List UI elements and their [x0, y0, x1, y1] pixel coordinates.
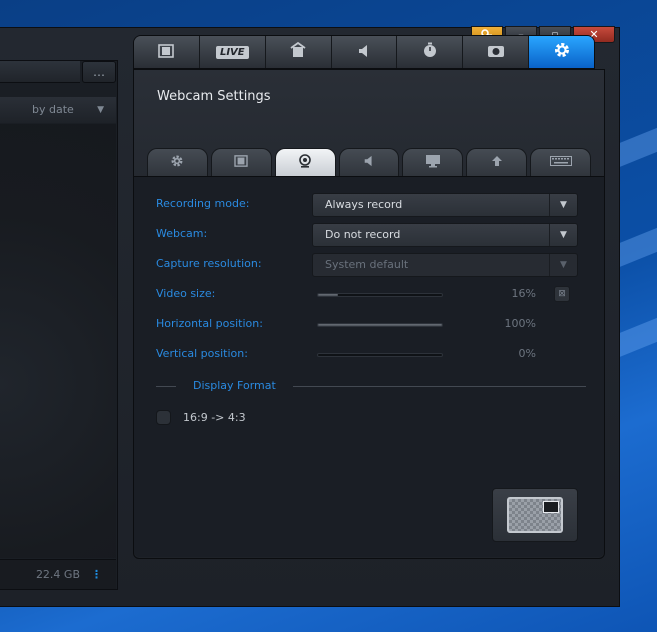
footer-menu-icon[interactable]: ⋮	[91, 560, 102, 590]
subtab-webcam[interactable]	[274, 148, 336, 176]
gear-icon	[170, 154, 184, 172]
horizontal-position-slider[interactable]	[317, 323, 443, 327]
left-panel-search[interactable]	[0, 61, 80, 83]
storage-size: 22.4 GB	[35, 568, 80, 581]
display-format-checkbox[interactable]	[156, 410, 171, 425]
vertical-position-slider[interactable]	[317, 353, 443, 357]
video-size-label: Video size:	[156, 287, 216, 300]
capture-resolution-value: System default	[325, 258, 409, 271]
tab-screenshot[interactable]	[463, 36, 530, 68]
capture-resolution-label: Capture resolution:	[156, 257, 262, 270]
camera-icon	[487, 43, 505, 62]
recordings-list-panel: … by date ▼ 22.4 GB ⋮	[0, 60, 118, 590]
chevron-down-icon: ▼	[549, 254, 577, 276]
divider-line	[156, 386, 176, 387]
sort-label: by date	[32, 103, 74, 116]
tab-settings[interactable]	[529, 36, 594, 68]
video-size-slider[interactable]	[317, 293, 443, 297]
subtab-audio[interactable]	[338, 148, 400, 176]
keyboard-icon	[549, 155, 572, 170]
live-label: LIVE	[215, 45, 249, 59]
recording-mode-row: Recording mode: Always record ▼	[156, 193, 586, 217]
stopwatch-icon	[422, 42, 438, 62]
video-size-row: Video size: 16% ⊠	[156, 283, 586, 307]
recording-mode-value: Always record	[325, 198, 403, 211]
display-format-heading: Display Format	[193, 379, 276, 392]
webcam-row: Webcam: Do not record ▼	[156, 223, 586, 247]
pip-overlay	[543, 501, 559, 513]
sort-dropdown[interactable]: by date ▼	[0, 97, 116, 123]
tab-recordings[interactable]	[134, 36, 200, 68]
tab-live[interactable]: LIVE	[199, 36, 266, 68]
page-title: Webcam Settings	[157, 89, 271, 104]
subtab-video[interactable]	[210, 148, 272, 176]
webcam-settings-content: Recording mode: Always record ▼ Webcam: …	[134, 176, 604, 557]
gear-icon	[553, 41, 571, 63]
speaker-icon	[357, 43, 371, 62]
webcam-label: Webcam:	[156, 227, 208, 240]
storage-footer: 22.4 GB ⋮	[0, 559, 116, 589]
display-format-divider: Display Format	[156, 379, 586, 395]
webcam-select[interactable]: Do not record ▼	[312, 223, 578, 247]
subtab-hotkeys[interactable]	[530, 148, 592, 176]
chevron-down-icon: ▼	[549, 194, 577, 216]
horizontal-position-row: Horizontal position: 100%	[156, 313, 586, 337]
capture-resolution-row: Capture resolution: System default ▼	[156, 253, 586, 277]
horizontal-position-label: Horizontal position:	[156, 317, 263, 330]
display-format-option-label: 16:9 -> 4:3	[183, 411, 246, 424]
tab-audio[interactable]	[331, 36, 398, 68]
settings-sub-tabs	[147, 148, 592, 176]
picture-in-picture-icon	[507, 497, 563, 533]
subtab-display[interactable]	[402, 148, 464, 176]
recordings-list[interactable]	[0, 124, 116, 558]
chevron-down-icon: ▼	[97, 105, 104, 115]
monitor-icon	[425, 154, 441, 172]
subtab-upload[interactable]	[466, 148, 528, 176]
settings-panel: Webcam Settings Recording mode: Always r…	[133, 69, 605, 559]
more-options-button[interactable]: …	[82, 61, 116, 83]
video-size-slider-fill	[318, 294, 338, 296]
chevron-down-icon: ▼	[549, 224, 577, 246]
webcam-icon	[298, 153, 312, 172]
webcam-value: Do not record	[325, 228, 401, 241]
scheduler-icon	[289, 41, 307, 62]
recording-mode-select[interactable]: Always record ▼	[312, 193, 578, 217]
divider-line	[293, 386, 586, 387]
vertical-position-row: Vertical position: 0%	[156, 343, 586, 367]
horizontal-position-value: 100%	[504, 317, 536, 330]
aspect-lock-icon[interactable]: ⊠	[554, 286, 570, 302]
capture-resolution-select[interactable]: System default ▼	[312, 253, 578, 277]
webcam-preview-button[interactable]	[492, 488, 578, 542]
video-size-value: 16%	[511, 287, 536, 300]
upload-icon	[491, 155, 503, 171]
horizontal-position-slider-fill	[318, 324, 442, 326]
main-tab-bar: LIVE	[133, 35, 595, 69]
film-icon	[234, 154, 248, 171]
recording-mode-label: Recording mode:	[156, 197, 250, 210]
speaker-icon	[363, 155, 375, 171]
film-icon	[158, 43, 175, 62]
vertical-position-label: Vertical position:	[156, 347, 248, 360]
tab-scheduler[interactable]	[265, 36, 332, 68]
subtab-general[interactable]	[147, 148, 208, 176]
tab-timer[interactable]	[397, 36, 464, 68]
vertical-position-value: 0%	[518, 347, 536, 360]
